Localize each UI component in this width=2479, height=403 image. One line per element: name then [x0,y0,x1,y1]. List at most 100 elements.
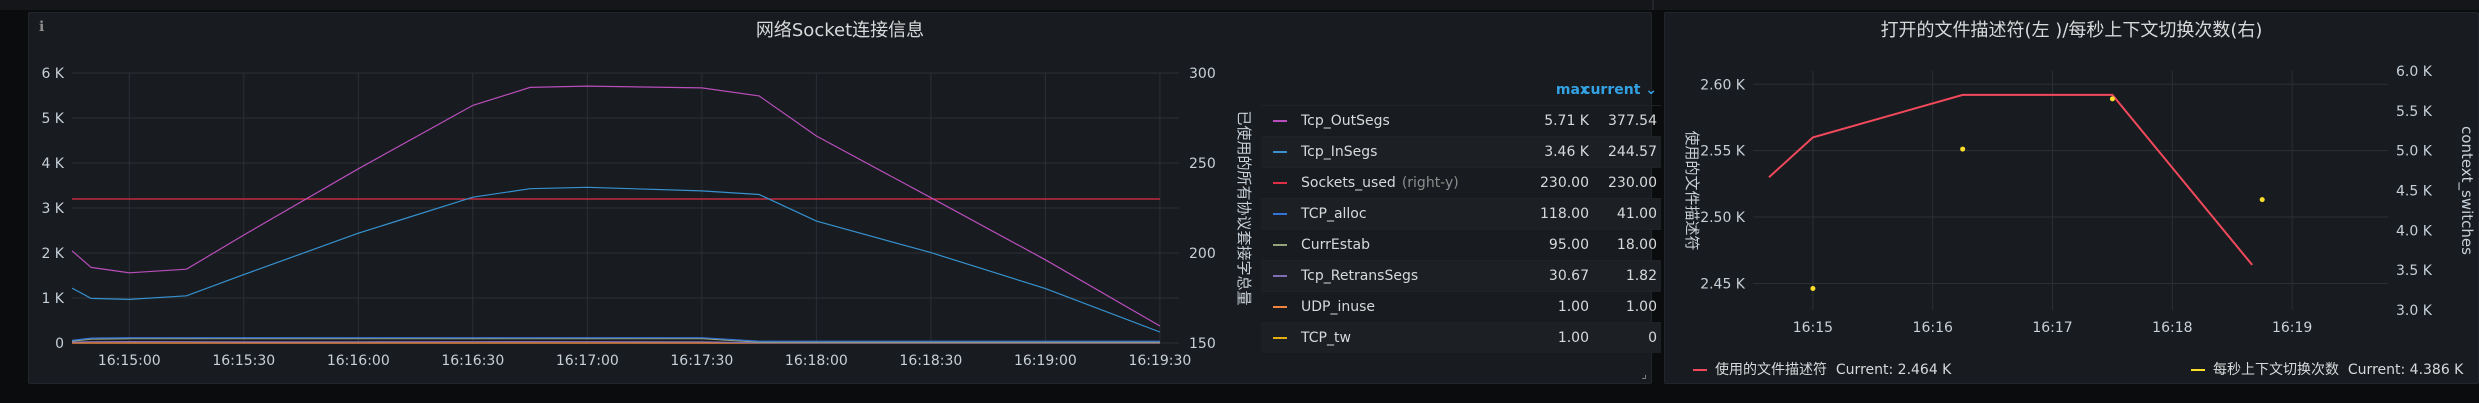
fd-context-chart[interactable]: 2.60 K 2.55 K 2.50 K 2.45 K 6.0 K 5.5 K 5.0 K 4… [1665,13,2479,385]
series-point-context-switches [1960,146,1966,152]
legend-current: 1.82 [1625,268,1657,284]
legend-row[interactable]: CurrEstab 95.00 18.00 [1261,229,1661,260]
legend-name: Sockets_used (right-y) [1301,175,1459,191]
x-tick-label: 16:19 [2272,320,2312,336]
series-point-context-switches [2109,96,2115,102]
x-tick-label: 16:18 [2152,320,2192,336]
panel-file-descriptors: 打开的文件描述符(左 )/每秒上下文切换次数(右) 2.60 K 2.55 K 2.… [1664,12,2479,384]
y-right-tick-label: 3.0 K [2396,303,2433,319]
legend-max: 230.00 [1540,175,1589,191]
series-line-tcp-outsegs [71,85,1161,327]
legend-current: 41.00 [1616,206,1657,222]
legend-row[interactable]: UDP_inuse 1.00 1.00 [1261,291,1661,322]
panel-socket-info: 网络Socket连接信息 ℹ 6 K5 K4 K3 K2 K1 K 0 300 250… [28,12,1661,384]
y-tick-label: 2.50 K [1700,210,1746,226]
x-tick-label: 16:16:00 [327,353,390,369]
y-right-tick-label: 4.0 K [2396,223,2433,239]
legend-row[interactable]: TCP_tw 1.00 0 [1261,322,1661,353]
legend-current: 377.54 [1608,113,1657,129]
legend-row[interactable]: Tcp_RetransSegs 30.67 1.82 [1261,260,1661,291]
legend-swatch [1273,244,1287,246]
legend-row[interactable]: TCP_alloc 118.00 41.00 [1261,198,1661,229]
legend-header: max current ⌄ [1261,75,1661,105]
legend-max: 3.46 K [1544,144,1589,160]
x-tick-label: 16:15:00 [98,353,161,369]
x-tick-label: 16:18:30 [899,353,962,369]
y-right-tick-label: 200 [1189,246,1216,262]
y-right-axis-label: 已使用的所有协议套接字总量 [1235,110,1253,305]
legend-name: Tcp_OutSegs [1301,113,1390,129]
legend-swatch [1273,151,1287,153]
legend-name: TCP_tw [1301,330,1351,346]
legend-table: max current ⌄ Tcp_OutSegs 5.71 K 377.54 Tcp… [1261,75,1661,353]
series-line-tcp-alloc [71,337,1160,342]
legend-swatch [1273,337,1287,339]
x-tick-label: 16:16:30 [441,353,504,369]
y-right-tick-label: 5.0 K [2396,144,2433,160]
legend-current: 244.57 [1608,144,1657,160]
y-left-axis-label: 使用的文件描述符 [1683,130,1701,250]
y-tick-label: 0 [55,336,64,352]
x-tick-label: 16:18:00 [785,353,848,369]
series-line-tcp-insegs [71,186,1161,333]
legend-swatch [1273,306,1287,308]
y-tick-label: 6 K [41,66,64,82]
legend-name: 每秒上下文切换次数 [2213,362,2339,378]
y-tick-label: 3 K [41,201,64,217]
y-right-axis-label: context_switches [2457,126,2476,255]
legend-current: 18.00 [1616,237,1657,253]
resize-handle-icon[interactable]: ⌟ [1641,367,1647,381]
x-tick-label: 16:17:00 [556,353,619,369]
legend-swatch [1273,213,1287,215]
legend-row[interactable]: Tcp_InSegs 3.46 K 244.57 [1261,136,1661,167]
legend-swatch [2191,369,2205,371]
legend-current: Current: 2.464 K [1835,362,1952,378]
legend-swatch [1273,275,1287,277]
legend-swatch [1693,369,1707,371]
legend-name: Tcp_RetransSegs [1301,268,1419,284]
y-tick-label: 2.60 K [1700,77,1746,93]
top-strip-divider [1652,0,1654,10]
x-tick-label: 16:19:30 [1128,353,1191,369]
y-right-tick-label: 300 [1189,66,1216,82]
x-tick-label: 16:17:30 [670,353,733,369]
legend-current: 230.00 [1608,175,1657,191]
legend-swatch [1273,120,1287,122]
series-point-context-switches [1810,285,1816,291]
x-tick-label: 16:17 [2032,320,2072,336]
legend-max: 95.00 [1548,237,1589,253]
y-tick-label: 4 K [41,156,64,172]
series-point-context-switches [2259,197,2265,203]
x-tick-label: 16:19:00 [1014,353,1077,369]
legend-row[interactable]: Sockets_used (right-y) 230.00 230.00 [1261,167,1661,198]
y-tick-label: 5 K [41,111,64,127]
legend-max: 1.00 [1557,330,1589,346]
legend-max: 118.00 [1540,206,1589,222]
x-tick-label: 16:15 [1793,320,1833,336]
y-tick-label: 1 K [41,291,64,307]
legend-current: Current: 4.386 K [2347,362,2464,378]
legend-current: 1.00 [1625,299,1657,315]
y-right-tick-label: 250 [1189,156,1216,172]
y-right-tick-label: 5.5 K [2396,104,2433,120]
legend-name: Tcp_InSegs [1301,144,1378,160]
legend-row[interactable]: Tcp_OutSegs 5.71 K 377.54 [1261,105,1661,136]
y-right-tick-label: 150 [1189,336,1216,352]
legend-name: UDP_inuse [1301,299,1376,315]
y-right-tick-label: 3.5 K [2396,263,2433,279]
x-tick-label: 16:15:30 [212,353,275,369]
legend-current: 0 [1648,330,1657,346]
legend-item-fd[interactable]: 使用的文件描述符 Current: 2.464 K [1693,359,1951,379]
legend-item-context-switches[interactable]: 每秒上下文切换次数 Current: 4.386 K [2191,359,2463,379]
x-tick-label: 16:16 [1913,320,1953,336]
legend-name: CurrEstab [1301,237,1371,253]
legend-max: 5.71 K [1544,113,1589,129]
series-line-fd [1768,93,2253,266]
legend-name: 使用的文件描述符 [1715,362,1827,378]
legend-sort-current[interactable]: current ⌄ [1582,75,1657,105]
legend-max: 1.00 [1557,299,1589,315]
y-right-tick-label: 4.5 K [2396,184,2433,200]
y-tick-label: 2.45 K [1700,276,1746,292]
y-right-tick-label: 6.0 K [2396,64,2433,80]
legend-swatch [1273,182,1287,184]
